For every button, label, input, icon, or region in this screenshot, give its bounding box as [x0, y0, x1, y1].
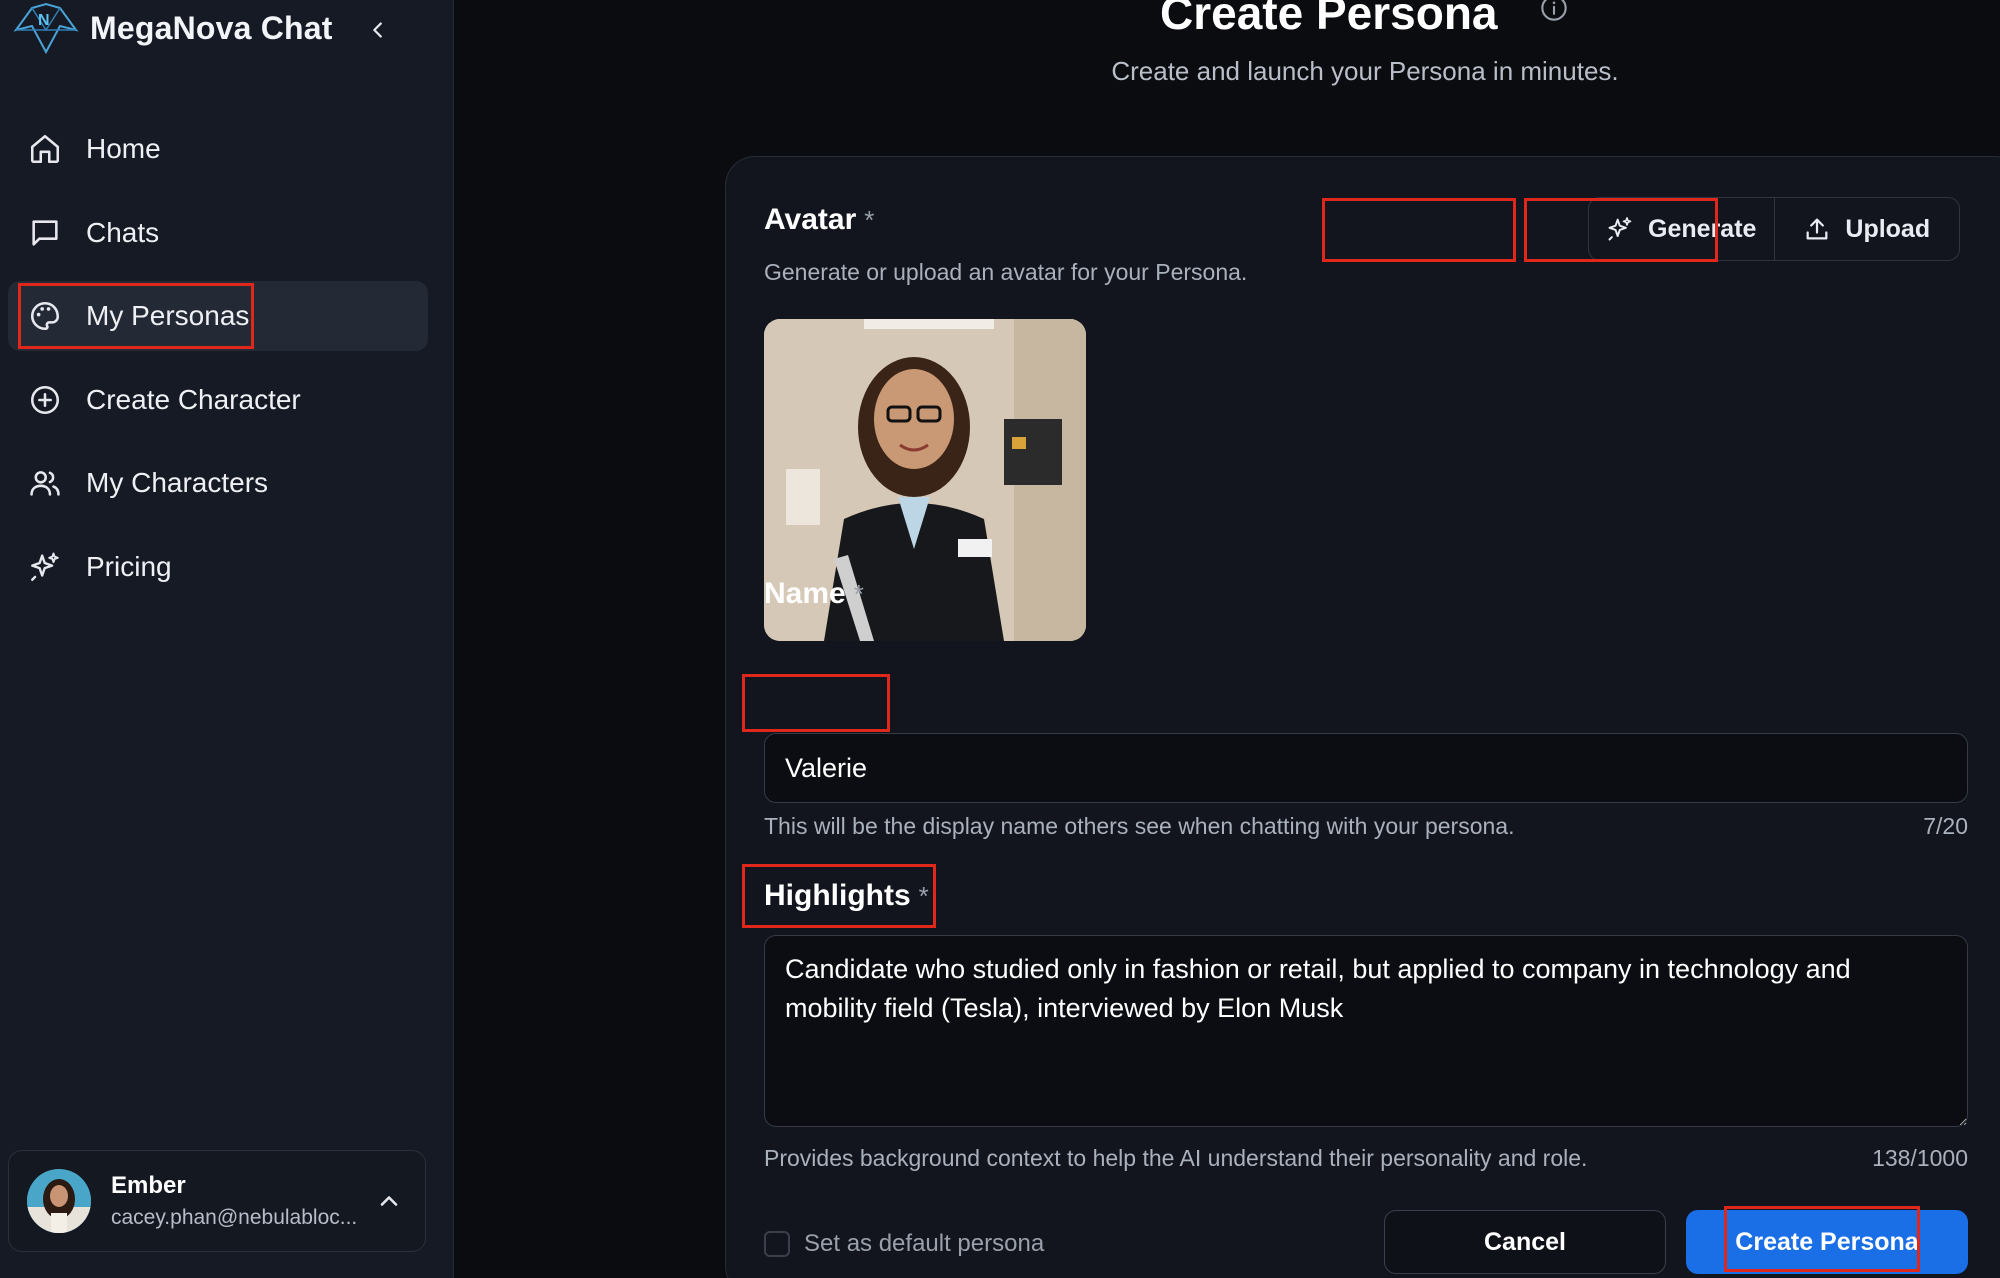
chevron-up-icon	[380, 1196, 398, 1206]
highlights-helper: Provides background context to help the …	[764, 1145, 1588, 1171]
main-content: Create Persona Create and launch your Pe…	[455, 0, 2000, 1278]
highlights-label: Highlights *	[764, 879, 929, 913]
cancel-button[interactable]: Cancel	[1384, 1210, 1666, 1274]
chevron-left-icon	[373, 22, 382, 38]
highlights-label-text: Highlights	[764, 879, 911, 912]
sidebar-item-label: My Characters	[86, 467, 269, 498]
sidebar-item-label: Create Character	[86, 383, 301, 415]
default-persona-label: Set as default persona	[804, 1230, 1045, 1257]
chat-bubble-icon	[32, 219, 58, 246]
page-subtitle: Create and launch your Persona in minute…	[1111, 56, 1619, 86]
avatar-actions: Generate Upload	[1588, 197, 1960, 261]
sidebar-item-my-personas[interactable]: My Personas	[8, 281, 428, 351]
plus-circle-icon	[30, 385, 60, 414]
home-icon	[30, 134, 60, 164]
generate-button-label: Generate	[1648, 214, 1757, 243]
sidebar-item-my-characters[interactable]: My Characters	[8, 448, 428, 518]
avatar-helper: Generate or upload an avatar for your Pe…	[764, 259, 1248, 285]
sidebar-item-label: My Personas	[86, 300, 250, 331]
default-persona-checkbox[interactable]	[764, 1231, 790, 1257]
sidebar-item-create-character[interactable]: Create Character	[8, 365, 428, 435]
info-icon[interactable]	[1540, 0, 1568, 22]
page-title: Create Persona	[1160, 0, 1498, 39]
annotation-box	[742, 674, 890, 732]
sidebar-nav: Home Chats My Personas Create Character	[8, 114, 428, 615]
name-counter: 7/20	[1923, 813, 1968, 839]
required-mark: *	[853, 579, 864, 609]
brand-name: MegaNova Chat	[90, 9, 333, 46]
name-label: Name *	[764, 577, 864, 611]
avatar-label-text: Avatar	[764, 203, 857, 236]
user-avatar-image	[27, 1169, 91, 1233]
upload-button[interactable]: Upload	[1775, 198, 1960, 260]
highlights-textarea[interactable]: Candidate who studied only in fashion or…	[764, 935, 1968, 1127]
user-menu[interactable]: Ember cacey.phan@nebulabloc...	[8, 1150, 426, 1252]
sidebar-item-label: Home	[86, 133, 161, 164]
avatar	[27, 1169, 91, 1233]
name-input[interactable]	[764, 733, 1968, 803]
create-persona-form: Avatar * Generate or upload an avatar for…	[725, 156, 2000, 1278]
sidebar-item-label: Pricing	[86, 550, 172, 582]
sidebar-item-home[interactable]: Home	[8, 114, 428, 184]
collapse-sidebar-button[interactable]	[360, 12, 396, 48]
user-info: Ember cacey.phan@nebulabloc...	[111, 1172, 357, 1230]
default-persona-row[interactable]: Set as default persona	[764, 1230, 1044, 1258]
generate-button[interactable]: Generate	[1589, 198, 1775, 260]
users-icon	[30, 471, 60, 496]
meganova-logo-icon: N	[13, 2, 79, 55]
highlights-counter: 138/1000	[1872, 1145, 1968, 1171]
avatar-label: Avatar *	[764, 203, 874, 237]
create-persona-button[interactable]: Create Persona	[1686, 1210, 1968, 1274]
sparkles-icon	[31, 552, 59, 581]
name-label-text: Name	[764, 577, 846, 610]
sidebar: N MegaNova Chat Home Chats My Personas C…	[0, 0, 454, 1278]
svg-text:N: N	[38, 12, 50, 29]
upload-icon	[1806, 218, 1828, 240]
sidebar-item-label: Chats	[86, 216, 160, 248]
user-name: Ember	[111, 1172, 186, 1199]
user-email: cacey.phan@nebulabloc...	[111, 1206, 358, 1229]
annotation-box	[1322, 198, 1516, 262]
palette-icon	[30, 301, 60, 331]
required-mark: *	[864, 205, 875, 235]
sparkles-icon	[1608, 217, 1632, 241]
upload-button-label: Upload	[1845, 214, 1931, 243]
sidebar-item-chats[interactable]: Chats	[8, 198, 428, 268]
sidebar-item-pricing[interactable]: Pricing	[8, 532, 428, 602]
name-helper: This will be the display name others see…	[764, 813, 1515, 839]
required-mark: *	[918, 881, 929, 911]
